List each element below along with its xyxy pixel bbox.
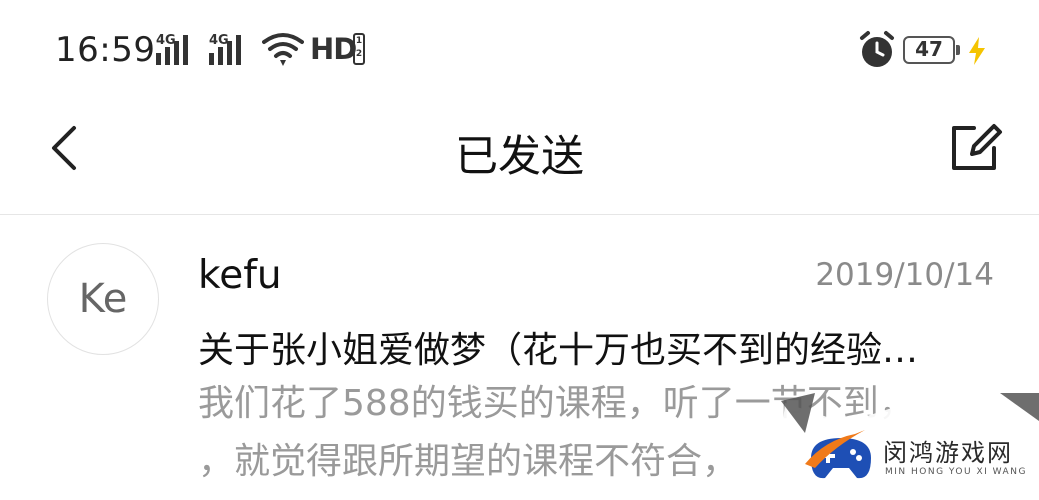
mail-list-item[interactable]: Ke kefu 2019/10/14 关于张小姐爱做梦（花十万也买不到的经验… …: [0, 215, 1039, 500]
mail-preview-line: ，就觉得跟所期望的课程不符合，: [198, 441, 739, 482]
chevron-left-icon: [52, 126, 76, 170]
mail-subject: 关于张小姐爱做梦（花十万也买不到的经验…: [198, 330, 919, 371]
back-button[interactable]: [40, 118, 90, 178]
app-header: 已发送: [0, 100, 1039, 215]
avatar: Ke: [47, 243, 159, 355]
edit-icon: [952, 124, 1002, 170]
signal-bars-icon: [156, 35, 188, 65]
mail-date: 2019/10/14: [815, 257, 994, 293]
page-title: 已发送: [455, 132, 584, 182]
mail-preview-line: 我们花了588的钱买的课程，听了一节不到，: [198, 383, 915, 424]
battery-icon: 47: [903, 36, 955, 64]
status-bar: 16:59 4G 4G HD 1 2 47: [0, 0, 1039, 100]
screen: 16:59 4G 4G HD 1 2 47 已发送 Ke kefu 2019/1…: [0, 0, 1039, 500]
compose-button[interactable]: [944, 116, 1008, 180]
mail-sender: kefu: [198, 253, 282, 298]
charging-icon: [969, 37, 985, 65]
wifi-icon: [262, 33, 304, 66]
mail-preview: 我们花了588的钱买的课程，听了一节不到， ，就觉得跟所期望的课程不符合，: [198, 375, 998, 491]
hd-label: HD: [310, 32, 357, 66]
signal-bars-icon: [209, 35, 241, 65]
alarm-icon: [860, 31, 894, 67]
hd-sim-icon: 1 2: [353, 33, 365, 65]
battery-tip: [956, 45, 960, 55]
status-time: 16:59: [55, 30, 156, 70]
